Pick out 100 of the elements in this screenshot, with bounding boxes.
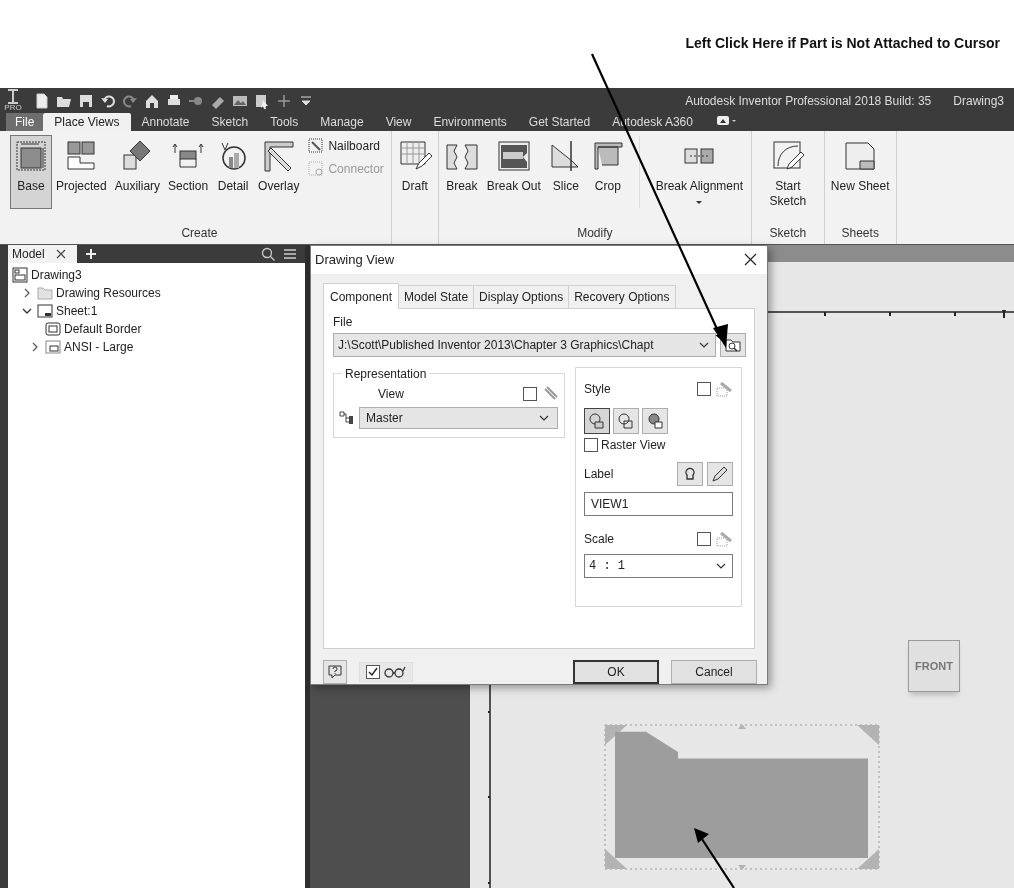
ribbon-button[interactable]: Draft xyxy=(393,135,436,209)
ribbon-tab[interactable]: View xyxy=(374,113,423,131)
field-label: File xyxy=(333,314,354,329)
ribbon-button[interactable]: Section xyxy=(164,135,213,209)
folder-icon xyxy=(37,285,53,301)
select-icon[interactable] xyxy=(254,92,270,109)
browser-tab[interactable]: Model xyxy=(8,245,77,263)
edit-label-button[interactable] xyxy=(707,461,733,486)
ribbon-button[interactable]: Detail xyxy=(212,135,255,209)
ribbon-button[interactable]: Slice xyxy=(544,135,587,209)
field-label: View xyxy=(378,386,404,401)
drawing-icon xyxy=(12,267,28,283)
search-icon[interactable] xyxy=(261,247,275,261)
hidden-line-removed-icon xyxy=(617,411,635,430)
style-link-icon xyxy=(715,530,733,547)
ribbon-tab[interactable]: Sketch xyxy=(200,113,260,131)
dotted-square-icon xyxy=(308,138,324,153)
field-label: Label xyxy=(584,466,614,481)
checkbox[interactable] xyxy=(697,381,711,396)
panel-toggle-icon[interactable] xyxy=(715,113,738,128)
chevron-right-icon[interactable] xyxy=(22,288,32,298)
file-combo-box[interactable]: J:\Scott\Published Inventor 2013\Chapter 3 Graphics\Chapt xyxy=(333,332,716,357)
ribbon-tab[interactable]: Environments xyxy=(422,113,518,131)
sheet-icon xyxy=(843,139,878,173)
ribbon-button[interactable]: Break Alignment xyxy=(638,135,749,209)
dialog-title: Drawing View xyxy=(315,252,395,268)
chevron-down-icon[interactable] xyxy=(22,306,32,316)
style-toggle-button[interactable] xyxy=(584,407,610,434)
tree-item[interactable]: Default Border xyxy=(64,322,142,336)
style-toggle-button[interactable] xyxy=(613,407,639,434)
menu-icon[interactable] xyxy=(283,247,297,261)
scale-dropdown[interactable]: 4 : 1 xyxy=(584,553,733,578)
checkbox[interactable] xyxy=(523,386,537,401)
ribbon-button[interactable]: Overlay xyxy=(254,135,304,209)
ribbon-button[interactable]: Break Out xyxy=(482,135,545,209)
dialog-button[interactable]: OK xyxy=(573,660,659,684)
tree-item[interactable]: Drawing3 xyxy=(31,268,82,282)
document-name: Drawing3 xyxy=(953,93,1004,108)
chevron-right-icon[interactable] xyxy=(30,342,40,352)
ribbon-tab[interactable]: Manage xyxy=(309,113,375,131)
group-label: Create xyxy=(181,226,218,240)
field-label: Style xyxy=(584,381,611,396)
group-label: Sheets xyxy=(841,226,879,240)
ribbon-button[interactable]: New Sheet xyxy=(826,135,894,209)
ribbon-button[interactable]: Crop xyxy=(586,135,629,209)
group-label: Modify xyxy=(577,226,613,240)
chevron-down-icon xyxy=(716,562,726,569)
visibility-button[interactable] xyxy=(677,461,703,486)
sketch-pencil-icon xyxy=(770,139,805,173)
chevron-down-icon xyxy=(539,414,549,421)
tree-icon xyxy=(338,409,354,426)
checkbox[interactable] xyxy=(584,437,598,452)
home-icon[interactable] xyxy=(144,92,160,109)
tree-item[interactable]: Sheet:1 xyxy=(56,304,98,318)
checkbox[interactable] xyxy=(697,531,711,546)
undo-icon[interactable] xyxy=(100,92,116,109)
ribbon-button[interactable]: Break xyxy=(440,135,483,209)
border-icon xyxy=(45,321,61,337)
title-block-icon xyxy=(45,339,61,355)
label-field[interactable]: VIEW1 xyxy=(584,491,733,516)
logo-icon xyxy=(6,89,20,104)
ribbon-button[interactable]: Start Sketch xyxy=(753,135,822,213)
dialog-tab[interactable]: Recovery Options xyxy=(568,284,676,308)
ribbon-button[interactable]: Projected xyxy=(52,135,111,209)
new-file-icon[interactable] xyxy=(34,92,50,109)
bulb-icon xyxy=(682,465,698,482)
style-toggle-button[interactable] xyxy=(642,407,668,434)
glasses-icon xyxy=(384,665,406,679)
dialog-tab[interactable]: Component xyxy=(323,282,400,309)
ribbon-tab[interactable]: File xyxy=(6,113,44,131)
close-icon[interactable] xyxy=(744,253,757,267)
close-icon[interactable] xyxy=(54,248,67,260)
dotted-square-icon xyxy=(308,161,324,176)
save-icon[interactable] xyxy=(78,92,94,109)
ribbon-button[interactable]: Nailboard xyxy=(307,137,385,154)
ribbon-tab[interactable]: Get Started xyxy=(517,113,602,131)
sheet-icon xyxy=(37,303,53,319)
ribbon-button[interactable]: Base xyxy=(10,135,52,209)
preview-checkbox[interactable] xyxy=(366,665,380,679)
ribbon-tab[interactable]: Annotate xyxy=(130,113,201,131)
redo-icon[interactable] xyxy=(122,92,138,109)
checkbox-label: Raster View xyxy=(601,437,666,452)
window-title: Autodesk Inventor Professional 2018 Build: 35 xyxy=(685,93,932,108)
ribbon-tab[interactable]: Autodesk A360 xyxy=(601,113,704,131)
ribbon-button[interactable]: Auxiliary xyxy=(110,135,165,209)
help-button[interactable] xyxy=(323,660,347,684)
style-link-icon xyxy=(715,380,733,397)
view-dropdown[interactable]: Master xyxy=(359,406,558,429)
grid-pencil-icon xyxy=(397,139,432,173)
break-out-icon xyxy=(496,139,531,173)
folder-search-icon xyxy=(725,336,741,353)
tree-item[interactable]: ANSI - Large xyxy=(64,340,134,354)
hidden-line-style-icon xyxy=(588,411,606,430)
callout-text: Left Click Here if Part is Not Attached to Cursor xyxy=(685,35,1000,51)
pointer-arrow xyxy=(694,828,735,888)
ribbon-tab[interactable]: Place Views xyxy=(43,113,131,131)
logo-text: PRO xyxy=(4,104,22,112)
tree-item[interactable]: Drawing Resources xyxy=(56,286,161,300)
ribbon-tab[interactable]: Tools xyxy=(259,113,310,131)
dialog-button[interactable]: Cancel xyxy=(671,660,757,684)
